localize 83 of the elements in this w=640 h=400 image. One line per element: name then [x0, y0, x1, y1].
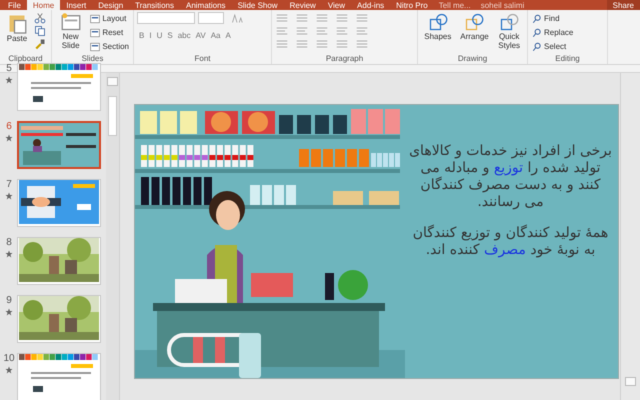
slide-number: 9: [6, 295, 12, 306]
format-button[interactable]: Aa: [208, 29, 222, 41]
paragraph-format-icon: [295, 25, 309, 37]
slide-number: 7: [6, 179, 12, 190]
format-button[interactable]: abc: [176, 29, 193, 41]
group-label: Slides: [80, 54, 104, 64]
ribbon-tab[interactable]: Transitions: [129, 0, 180, 10]
ribbon-tab[interactable]: Home: [26, 0, 60, 10]
paragraph-format-icon: [315, 38, 329, 50]
shapes-icon: [499, 12, 520, 32]
paragraph-format-icon: [275, 12, 289, 24]
format-button[interactable]: AV: [194, 29, 208, 41]
ribbon-tab[interactable]: View: [322, 0, 352, 10]
shapes-icon: [464, 12, 484, 32]
format-button[interactable]: I: [147, 29, 154, 41]
paragraph-format-icon: [315, 25, 329, 37]
layout-icon: [90, 42, 100, 52]
share-button[interactable]: Share: [606, 0, 640, 10]
tell-me-field[interactable]: Tell me...: [434, 0, 476, 10]
ribbon-tab[interactable]: Design: [92, 0, 130, 10]
shapes-icon: [428, 12, 448, 32]
drawing-button[interactable]: Shapes: [421, 12, 455, 41]
format-button[interactable]: B: [137, 29, 146, 41]
user-name[interactable]: soheil salimi: [476, 0, 530, 10]
ribbon-tab[interactable]: Nitro Pro: [390, 0, 434, 10]
ribbon-tab[interactable]: Animations: [180, 0, 232, 10]
paragraph-format-icon: [275, 25, 289, 37]
paragraph-format-icon: [315, 12, 329, 24]
scroll-thumb[interactable]: [108, 96, 117, 136]
slide-number: 8: [6, 237, 12, 248]
paragraph-format-icon: [335, 25, 349, 37]
star-icon: [5, 134, 13, 142]
slide-number: 6: [6, 121, 12, 132]
group-label: Editing: [554, 54, 581, 64]
slides-menu-button[interactable]: Section: [89, 40, 130, 53]
scissors-icon: [34, 12, 46, 24]
brush-icon: [34, 38, 46, 50]
star-icon: [5, 76, 13, 84]
group-label: Clipboard: [7, 54, 44, 64]
editing-button[interactable]: Find: [531, 12, 574, 25]
star-icon: [5, 250, 13, 258]
format-button[interactable]: S: [165, 29, 175, 41]
star-icon: [5, 366, 13, 374]
ribbon-tab[interactable]: Insert: [60, 0, 92, 10]
search-icon: [532, 28, 542, 38]
slides-menu-button[interactable]: Reset: [89, 26, 130, 39]
paragraph-format-icon: [355, 25, 369, 37]
layout-icon: [90, 14, 100, 24]
layout-icon: [90, 28, 100, 38]
paste-button[interactable]: Paste: [3, 12, 31, 43]
star-icon: [5, 308, 13, 316]
paragraph-format-icon: [295, 38, 309, 50]
search-icon: [532, 42, 542, 52]
paragraph-format-icon: [335, 12, 349, 24]
paragraph-format-icon: [275, 38, 289, 50]
editing-button[interactable]: Replace: [531, 26, 574, 39]
drawing-button[interactable]: Arrange: [458, 12, 492, 41]
group-label: Drawing: [456, 54, 488, 64]
ribbon-tab[interactable]: Review: [284, 0, 322, 10]
font-size-field[interactable]: [198, 12, 224, 24]
paragraph-format-icon: [295, 12, 309, 24]
group-label: Font: [193, 54, 212, 64]
paragraph-format-icon: [355, 12, 369, 24]
ribbon-tab[interactable]: Add-ins: [351, 0, 390, 10]
format-button[interactable]: U: [154, 29, 164, 41]
new-slide-button[interactable]: New Slide: [55, 12, 86, 50]
copy-icon: [34, 25, 46, 37]
paragraph-format-icon: [355, 38, 369, 50]
slide-number: 10: [3, 353, 15, 364]
search-icon: [532, 14, 542, 24]
drawing-button[interactable]: Quick Styles: [494, 12, 524, 50]
paragraph-format-icon: [335, 38, 349, 50]
format-button[interactable]: A: [223, 29, 233, 41]
font-name-field[interactable]: [137, 12, 195, 24]
star-icon: [5, 192, 13, 200]
slide-paragraph: برخی از افراد نیز خدمات و کالاهای تولید شده را توزیع و مبادله می کنند و به دست مصرف کنندگان می رسانند.: [409, 143, 612, 211]
slide-number: 5: [6, 63, 12, 74]
ribbon-tab[interactable]: Slide Show: [232, 0, 284, 10]
slide-paragraph: همهٔ تولید کنندگان و توزیع کنندگان به نوبهٔ خود مصرف کننده اند.: [412, 225, 610, 259]
ribbon-tab[interactable]: File: [2, 0, 27, 10]
group-label: Paragraph: [324, 54, 364, 64]
slides-menu-button[interactable]: Layout: [89, 12, 130, 25]
editing-button[interactable]: Select: [531, 40, 574, 53]
